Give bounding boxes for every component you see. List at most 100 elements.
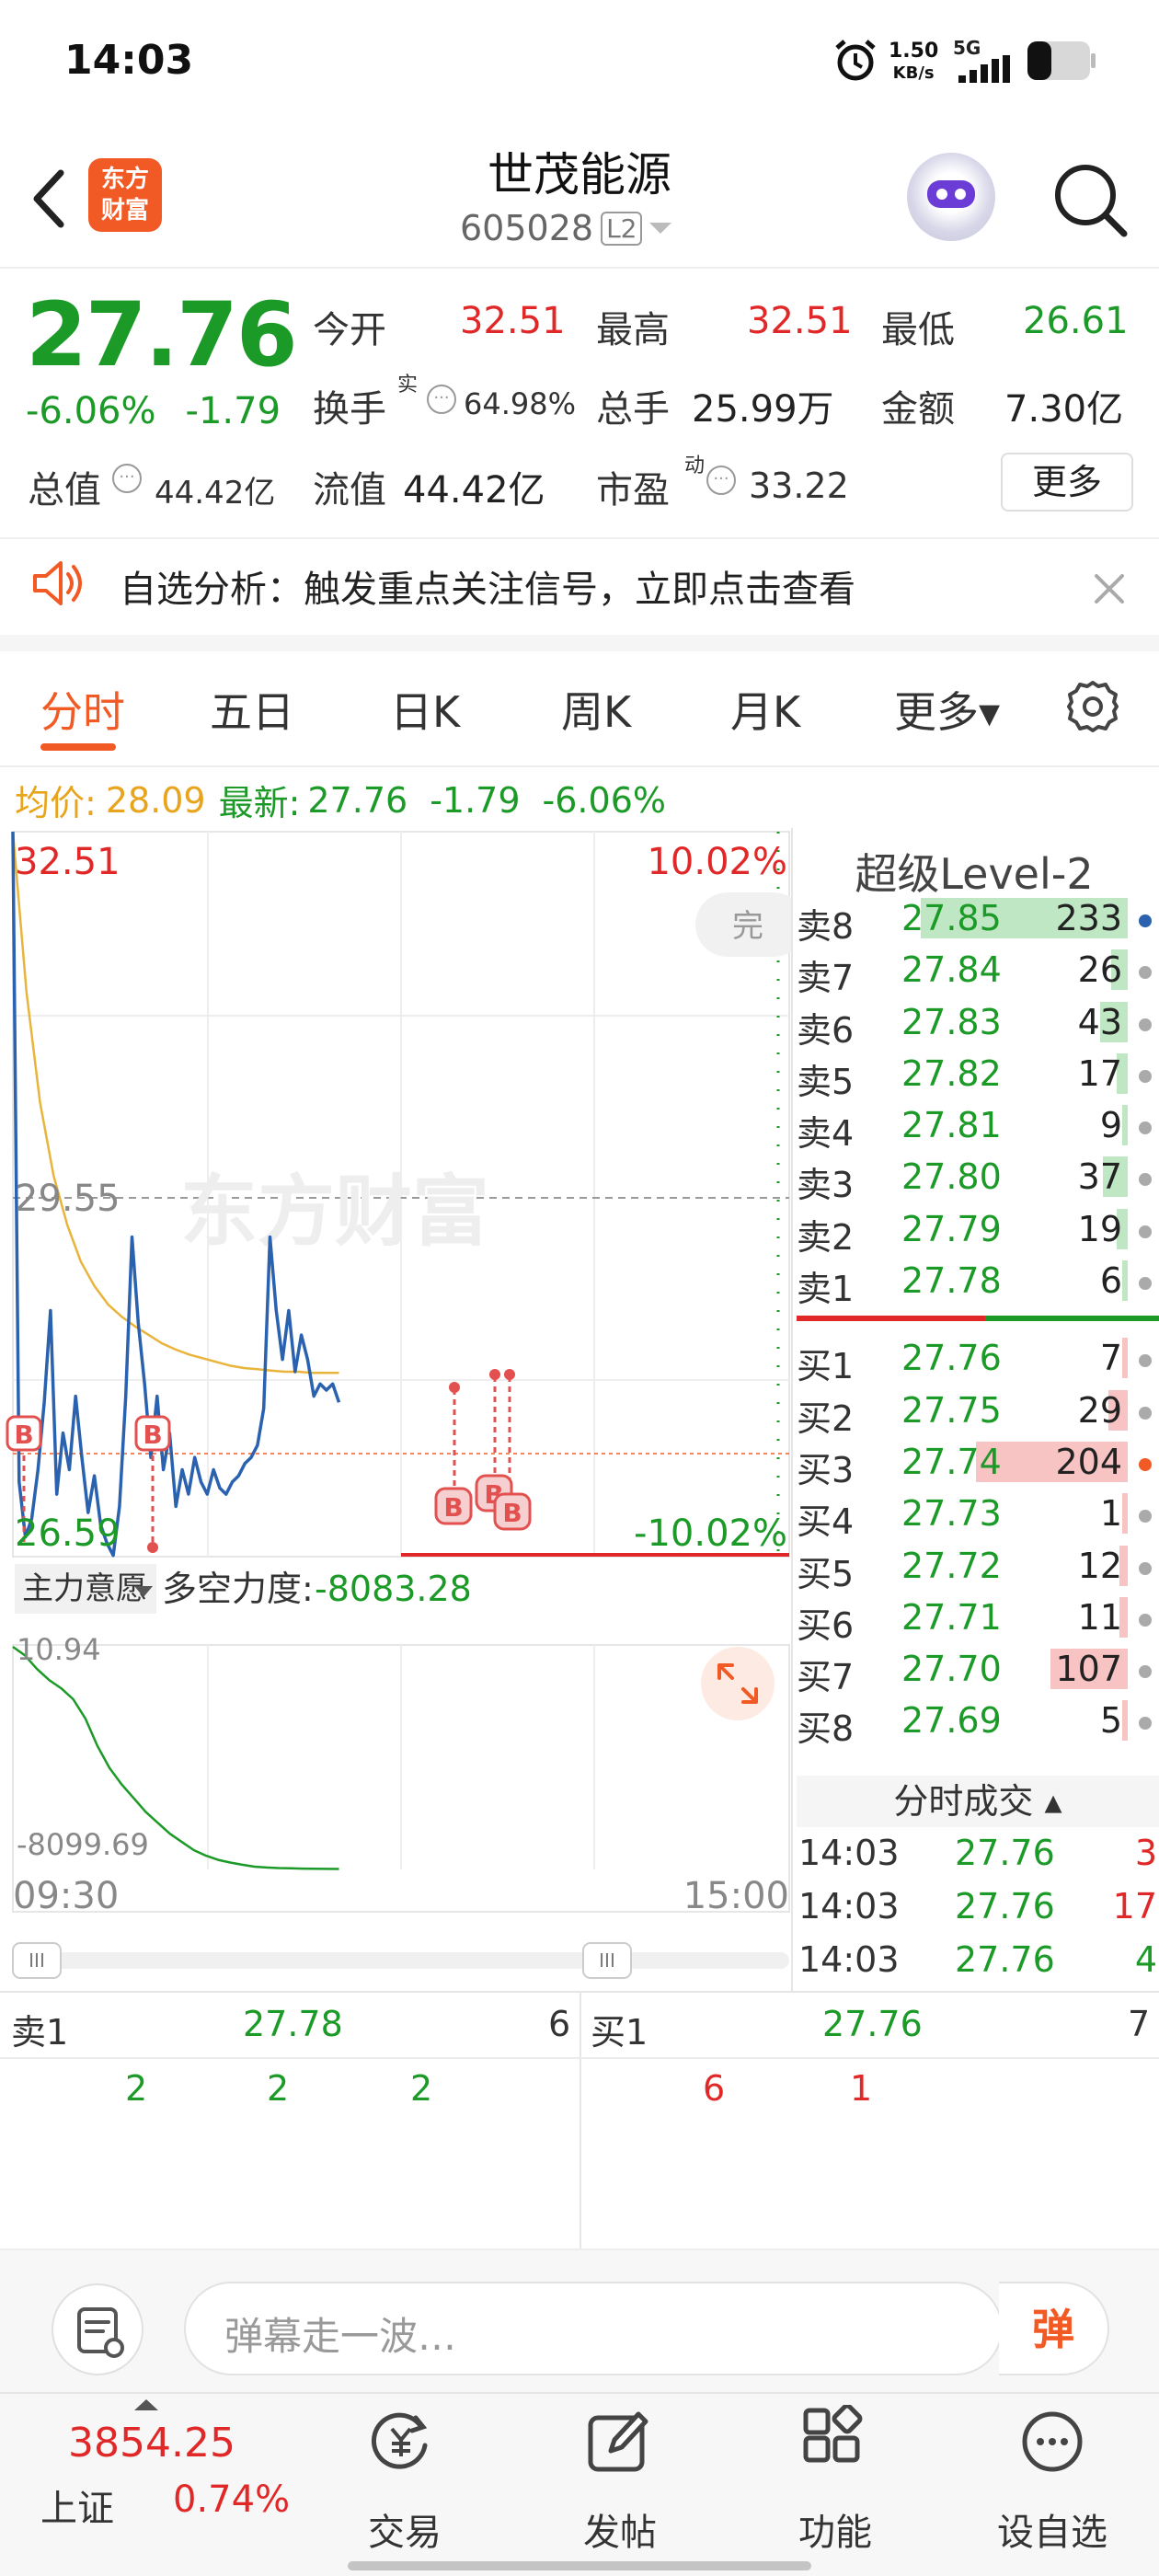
search-icon[interactable] [1049, 158, 1131, 241]
bid-level-label: 买4 [797, 1501, 855, 1543]
stock-code-selector[interactable]: 605028 L2 [460, 208, 673, 248]
watermark: 东方财富 [180, 1167, 489, 1257]
amount-label: 金额 [881, 388, 955, 431]
bid-price: 27.74 [901, 1441, 1002, 1482]
order-book: 卖8 27.85 233 卖7 27.84 26 卖6 27.83 43 卖5 27.82 17 卖4 2… [797, 894, 1159, 1749]
bid-row[interactable]: 买2 27.75 29 [797, 1386, 1159, 1439]
tab-intraday[interactable]: 分时 [40, 679, 125, 740]
ask-row[interactable]: 卖4 27.81 9 [797, 1101, 1159, 1154]
chart-grid [12, 831, 790, 1913]
info-icon[interactable]: ··· [109, 464, 145, 493]
chart-mid-price: 29.55 [15, 1178, 120, 1220]
nav-trade[interactable]: 交易 [340, 2502, 469, 2556]
gear-icon[interactable] [1063, 677, 1122, 736]
bid-price: 27.73 [901, 1493, 1002, 1535]
latest-value: 27.76 [307, 779, 408, 821]
ask-level-label: 卖3 [797, 1165, 855, 1206]
bid-volume: 29 [1077, 1389, 1122, 1431]
nav-post[interactable]: 发帖 [556, 2502, 684, 2556]
index-value[interactable]: 3854.25 [68, 2420, 235, 2467]
low-value: 26.61 [1023, 300, 1129, 342]
indicator-selector[interactable]: 主力意愿 [15, 1564, 156, 1614]
ask-row[interactable]: 卖8 27.85 233 [797, 894, 1159, 947]
ask-row[interactable]: 卖3 27.80 37 [797, 1153, 1159, 1206]
ask-volume: 43 [1077, 1001, 1122, 1042]
ask-row[interactable]: 卖6 27.83 43 [797, 998, 1159, 1051]
ask-level-label: 卖1 [797, 1269, 855, 1310]
bid-level-label: 买7 [797, 1657, 855, 1698]
close-icon[interactable] [1091, 570, 1128, 607]
ask1-label: 卖1 [11, 2012, 69, 2053]
danmu-toggle-button[interactable]: 弹 [999, 2282, 1109, 2375]
info-icon[interactable]: ··· [423, 385, 460, 414]
ticks-header[interactable]: 分时成交 ▴ [797, 1776, 1159, 1827]
price-change: -6.06% -1.79 [26, 390, 281, 432]
level2-title[interactable]: 超级Level-2 [795, 841, 1153, 902]
ask-price: 27.79 [901, 1208, 1002, 1249]
chart-tabs: 分时 五日 日K 周K 月K 更多▾ [0, 666, 1159, 767]
expand-icon[interactable] [701, 1647, 775, 1720]
tab-weekly-k[interactable]: 周K [561, 679, 631, 740]
svg-text:B: B [502, 1498, 522, 1528]
bid-volume-bar [1122, 1700, 1128, 1742]
index-change-pct: 0.74% [173, 2478, 291, 2521]
stock-code: 605028 [460, 208, 594, 248]
nav-add-watchlist[interactable]: 设自选 [988, 2502, 1117, 2556]
ask-order: 2 [267, 2068, 290, 2109]
bid-level-label: 买6 [797, 1604, 855, 1646]
app-logo[interactable]: 东方 财富 [88, 158, 162, 232]
bid-row[interactable]: 买4 27.73 1 [797, 1489, 1159, 1543]
ask-price: 27.84 [901, 949, 1002, 991]
back-icon[interactable] [24, 162, 79, 236]
pe-label: 市盈 [596, 469, 670, 512]
turnover-label: 换手 [313, 388, 386, 431]
chevron-up-icon [134, 2399, 158, 2410]
bid-volume-bar [1122, 1493, 1128, 1535]
chart-bottom-price: 26.59 [15, 1512, 120, 1555]
bid-row[interactable]: 买7 27.70 107 [797, 1645, 1159, 1698]
buy-marker: B [434, 1487, 473, 1525]
status-time: 14:03 [64, 37, 194, 84]
ask-row[interactable]: 卖2 27.79 19 [797, 1205, 1159, 1258]
more-button[interactable]: 更多 [1001, 453, 1133, 512]
more-dots-icon[interactable] [1016, 2405, 1089, 2478]
info-icon[interactable]: ··· [703, 466, 740, 495]
time-range-slider[interactable]: III III [12, 1942, 789, 1979]
compose-icon[interactable] [581, 2405, 655, 2478]
complete-button[interactable]: 完 [695, 892, 793, 957]
ask-status-dot [1139, 1277, 1152, 1291]
bid-level-label: 买1 [797, 1346, 855, 1387]
ask-row[interactable]: 卖7 27.84 26 [797, 946, 1159, 998]
ask-volume-bar [1122, 1105, 1128, 1146]
robot-visor [927, 180, 975, 208]
bid-volume: 1 [1099, 1493, 1122, 1535]
svg-text:B: B [443, 1492, 463, 1523]
notes-icon[interactable] [52, 2283, 143, 2375]
pe-sup: 动 [684, 454, 706, 477]
trade-icon[interactable] [364, 2405, 438, 2478]
bid-row[interactable]: 买1 27.76 7 [797, 1334, 1159, 1386]
bid-row[interactable]: 买5 27.72 12 [797, 1542, 1159, 1594]
apps-icon[interactable] [797, 2405, 870, 2478]
bid-status-dot [1139, 1665, 1152, 1679]
tab-more[interactable]: 更多▾ [894, 679, 1000, 740]
ask-status-dot [1139, 966, 1152, 980]
nav-functions[interactable]: 功能 [771, 2502, 900, 2556]
tab-daily-k[interactable]: 日K [390, 679, 460, 740]
ask-row[interactable]: 卖5 27.82 17 [797, 1050, 1159, 1102]
bid-price: 27.69 [901, 1700, 1002, 1742]
bid-row[interactable]: 买6 27.71 11 [797, 1593, 1159, 1646]
bid-row[interactable]: 买8 27.69 5 [797, 1696, 1159, 1749]
intraday-chart[interactable]: 东方财富 B B B B B 32.51 29.55 26.59 10.02% … [0, 828, 793, 1991]
tick-row: 14:03 27.76 17 [798, 1886, 1157, 1926]
ask-row[interactable]: 卖1 27.78 6 [797, 1257, 1159, 1310]
bid-level-label: 买2 [797, 1397, 855, 1439]
float-cap-value: 44.42亿 [403, 469, 545, 512]
ask-volume: 9 [1099, 1105, 1122, 1146]
bid-row[interactable]: 买3 27.74 204 [797, 1438, 1159, 1490]
tab-five-day[interactable]: 五日 [210, 679, 294, 740]
notice-text: 自选分析：触发重点关注信号，立即点击查看 [120, 569, 855, 611]
bid-order: 6 [703, 2068, 726, 2109]
tab-monthly-k[interactable]: 月K [730, 679, 800, 740]
indicator-value: -8083.28 [315, 1569, 472, 1609]
